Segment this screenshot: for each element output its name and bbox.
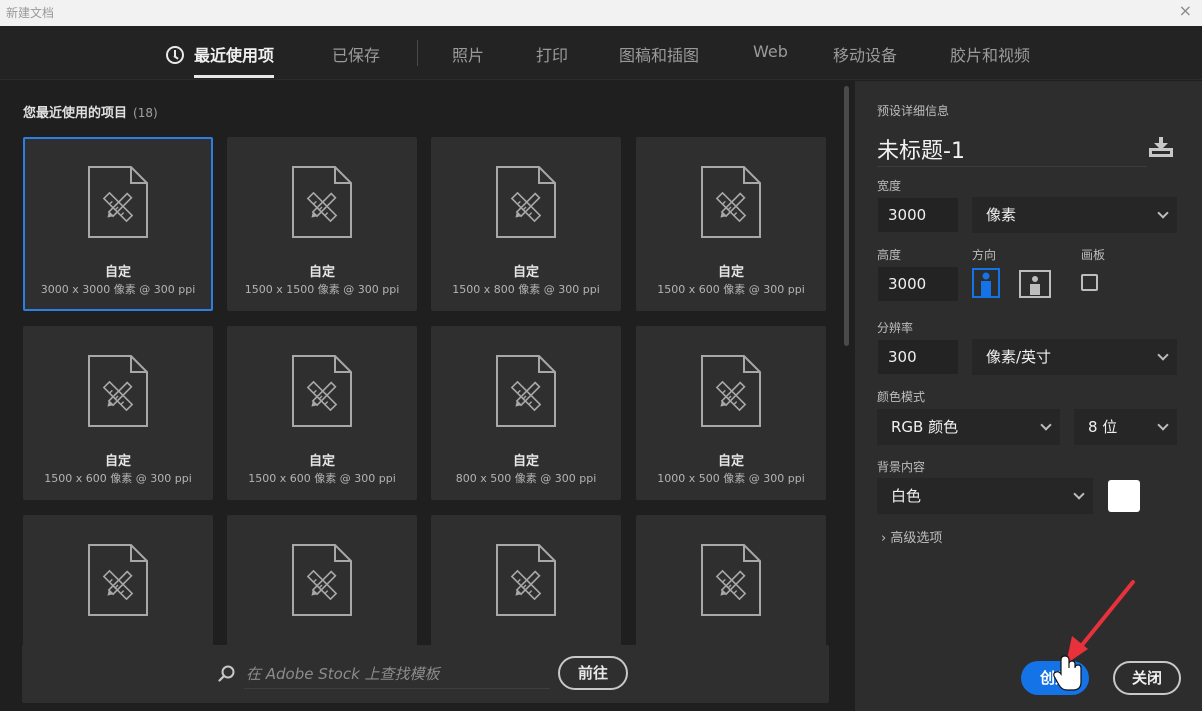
recent-item-dimensions: 1500 x 600 像素 @ 300 ppi (248, 472, 396, 485)
landscape-orientation-icon[interactable] (1019, 270, 1051, 298)
tab-recent[interactable]: 最近使用项 (166, 42, 275, 78)
save-preset-icon[interactable] (1148, 135, 1174, 159)
resolution-unit-select[interactable]: 像素/英寸 (972, 339, 1177, 375)
recent-heading-text: 您最近使用的项目 (23, 106, 128, 121)
resolution-unit-value: 像素/英寸 (986, 348, 1052, 366)
document-preset-icon (700, 354, 762, 428)
document-preset-icon (291, 354, 353, 428)
document-preset-icon (291, 165, 353, 239)
document-preset-icon (495, 543, 557, 617)
recent-item-card[interactable]: 自定 1500 x 600 像素 @ 300 ppi (227, 326, 417, 500)
recent-item-card[interactable]: 自定 1500 x 1500 像素 @ 300 ppi (227, 137, 417, 311)
stock-search-input[interactable] (244, 659, 550, 689)
recent-item-name: 自定 (512, 454, 539, 469)
width-label: 宽度 (877, 179, 902, 193)
artboard-checkbox[interactable] (1081, 274, 1098, 291)
document-preset-icon (495, 354, 557, 428)
tab-divider (417, 40, 418, 66)
recent-items-panel: 您最近使用的项目 (18) 自定 3000 x 3000 像素 @ 300 ppi 自… (0, 81, 840, 711)
recent-item-card[interactable]: 自定 1500 x 600 像素 @ 300 ppi (23, 326, 213, 500)
close-button[interactable]: 关闭 (1113, 661, 1181, 695)
window-close-icon[interactable]: × (1179, 2, 1192, 20)
portrait-orientation-icon[interactable] (972, 268, 1000, 298)
chevron-down-icon (1073, 488, 1085, 500)
document-preset-icon (495, 165, 557, 239)
preset-details-panel: 预设详细信息 未标题-1 宽度 3000 像素 高度 方向 画板 3000 分辨… (855, 81, 1202, 711)
recent-count: (18) (133, 106, 158, 120)
chevron-down-icon (1157, 419, 1169, 431)
recent-item-dimensions: 1500 x 600 像素 @ 300 ppi (44, 472, 192, 485)
document-preset-icon (87, 354, 149, 428)
color-mode-value: RGB 颜色 (891, 418, 959, 436)
orientation-label: 方向 (972, 248, 997, 262)
document-preset-icon (87, 165, 149, 239)
resolution-label: 分辨率 (877, 321, 914, 335)
color-mode-select[interactable]: RGB 颜色 (877, 409, 1060, 445)
preset-category-tabs: 最近使用项 已保存 照片 打印 图稿和插图 Web 移动设备 胶片和视频 (0, 26, 1202, 80)
background-color-swatch[interactable] (1108, 480, 1140, 512)
chevron-right-icon: › (881, 531, 887, 546)
recent-item-card[interactable]: 自定 3000 x 3000 像素 @ 300 ppi (23, 137, 213, 311)
tab-film-video[interactable]: 胶片和视频 (950, 42, 1030, 66)
tab-print[interactable]: 打印 (536, 42, 568, 66)
chevron-down-icon (1157, 207, 1169, 219)
window-titlebar: 新建文档 × (0, 0, 1202, 26)
recent-item-name: 自定 (512, 265, 539, 280)
color-mode-label: 颜色模式 (877, 390, 926, 404)
document-preset-icon (291, 543, 353, 617)
height-label: 高度 (877, 248, 902, 262)
height-input[interactable]: 3000 (877, 266, 959, 302)
document-name-field[interactable]: 未标题-1 (877, 133, 1147, 167)
window-title: 新建文档 (6, 6, 55, 20)
tab-saved[interactable]: 已保存 (332, 42, 380, 66)
recent-item-dimensions: 1500 x 600 像素 @ 300 ppi (657, 283, 805, 296)
document-preset-icon (87, 543, 149, 617)
tab-mobile[interactable]: 移动设备 (833, 42, 897, 66)
document-preset-icon (700, 543, 762, 617)
recent-item-card[interactable]: 自定 1500 x 600 像素 @ 300 ppi (636, 137, 826, 311)
create-button[interactable]: 创建 (1021, 661, 1089, 695)
bit-depth-select[interactable]: 8 位 (1074, 409, 1177, 445)
clock-icon (166, 46, 184, 64)
chevron-down-icon (1157, 349, 1169, 361)
recent-scrollbar[interactable] (844, 86, 849, 346)
recent-heading: 您最近使用的项目 (18) (23, 102, 158, 121)
adobe-stock-search-bar: 前往 (22, 645, 829, 703)
background-label: 背景内容 (877, 460, 926, 474)
recent-item-name: 自定 (104, 265, 131, 280)
tab-recent-label: 最近使用项 (194, 46, 275, 65)
recent-item-card[interactable]: 自定 1000 x 500 像素 @ 300 ppi (636, 326, 826, 500)
recent-item-card[interactable]: 自定 800 x 500 像素 @ 300 ppi (431, 326, 621, 500)
recent-item-dimensions: 1000 x 500 像素 @ 300 ppi (657, 472, 805, 485)
recent-item-dimensions: 1500 x 800 像素 @ 300 ppi (452, 283, 600, 296)
recent-item-card[interactable]: 自定 1500 x 800 像素 @ 300 ppi (431, 137, 621, 311)
width-unit-value: 像素 (986, 206, 1017, 224)
recent-item-name: 自定 (717, 454, 744, 469)
recent-item-name: 自定 (717, 265, 744, 280)
bit-depth-value: 8 位 (1088, 418, 1118, 436)
background-select[interactable]: 白色 (877, 478, 1093, 514)
document-preset-icon (700, 165, 762, 239)
background-value: 白色 (891, 487, 922, 505)
tab-web[interactable]: Web (753, 42, 788, 61)
recent-item-dimensions: 1500 x 1500 像素 @ 300 ppi (244, 283, 400, 296)
width-input[interactable]: 3000 (877, 197, 959, 233)
recent-item-name: 自定 (308, 454, 335, 469)
advanced-options-toggle[interactable]: › 高级选项 (881, 527, 942, 546)
artboard-label: 画板 (1081, 248, 1106, 262)
search-icon (218, 665, 235, 682)
recent-item-dimensions: 3000 x 3000 像素 @ 300 ppi (40, 283, 196, 296)
tab-art-illustration[interactable]: 图稿和插图 (619, 42, 699, 66)
go-button[interactable]: 前往 (558, 656, 628, 690)
chevron-down-icon (1040, 419, 1052, 431)
advanced-options-label: 高级选项 (890, 531, 943, 546)
width-unit-select[interactable]: 像素 (972, 197, 1177, 233)
recent-item-name: 自定 (308, 265, 335, 280)
tab-photo[interactable]: 照片 (452, 42, 484, 66)
resolution-input[interactable]: 300 (877, 339, 959, 375)
recent-item-dimensions: 800 x 500 像素 @ 300 ppi (455, 472, 597, 485)
preset-section-label: 预设详细信息 (877, 104, 950, 118)
recent-item-name: 自定 (104, 454, 131, 469)
